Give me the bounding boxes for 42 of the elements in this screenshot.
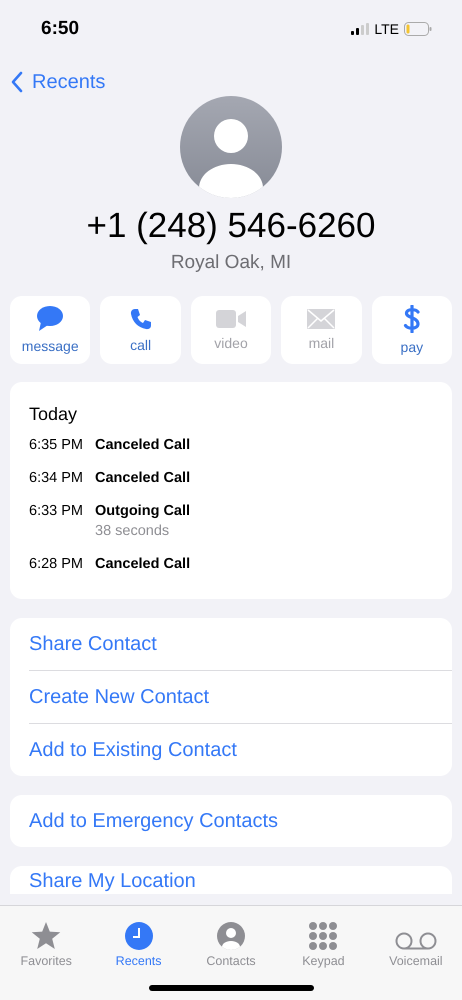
call-type: Outgoing Call [95,503,190,519]
tab-button[interactable]: Contacts [184,914,278,968]
keypad-icon [309,922,338,950]
network-label: LTE [374,21,399,37]
video-camera-icon [216,309,246,329]
phone-number: +1 (248) 546-6260 [86,206,376,246]
envelope-icon [307,309,336,329]
option-link[interactable]: Add to Emergency Contacts [29,795,452,847]
option-link[interactable]: Create New Contact [29,671,452,723]
battery-icon [404,22,432,36]
option-link[interactable]: Add to Existing Contact [29,724,452,776]
location-label: Royal Oak, MI [170,252,292,274]
action-button[interactable]: message [10,296,90,364]
speech-bubble-icon [36,306,64,332]
signal-icon [351,23,370,35]
call-duration: 38 seconds [95,523,170,539]
chevron-left-icon [10,71,24,93]
option-link[interactable]: Share Contact [29,618,452,670]
tab-button[interactable]: Favorites [0,914,92,968]
back-button[interactable]: Recents [10,70,106,94]
person-circle-icon [217,922,246,950]
tab-button[interactable]: Recents [92,914,185,968]
option-link[interactable]: Share My Location [29,866,452,894]
phone-icon [128,307,153,331]
call-time: 6:33 PM [29,503,84,521]
call-type: Canceled Call [95,470,190,486]
avatar-icon [180,96,282,198]
tab-button[interactable]: Keypad [277,914,370,968]
call-type: Canceled Call [95,556,190,572]
call-type: Canceled Call [95,437,190,453]
action-button[interactable]: call [100,296,181,364]
call-time: 6:35 PM [29,437,84,453]
history-heading: Today [29,404,78,425]
star-icon [31,922,62,950]
status-time: 6:50 [41,18,80,40]
clock-icon [124,922,153,950]
call-time: 6:28 PM [29,556,84,572]
tab-button[interactable]: Voicemail [370,914,462,968]
dollar-icon [402,305,421,333]
call-time: 6:34 PM [29,470,84,486]
action-button[interactable]: pay [372,296,452,364]
voicemail-icon [394,932,437,950]
